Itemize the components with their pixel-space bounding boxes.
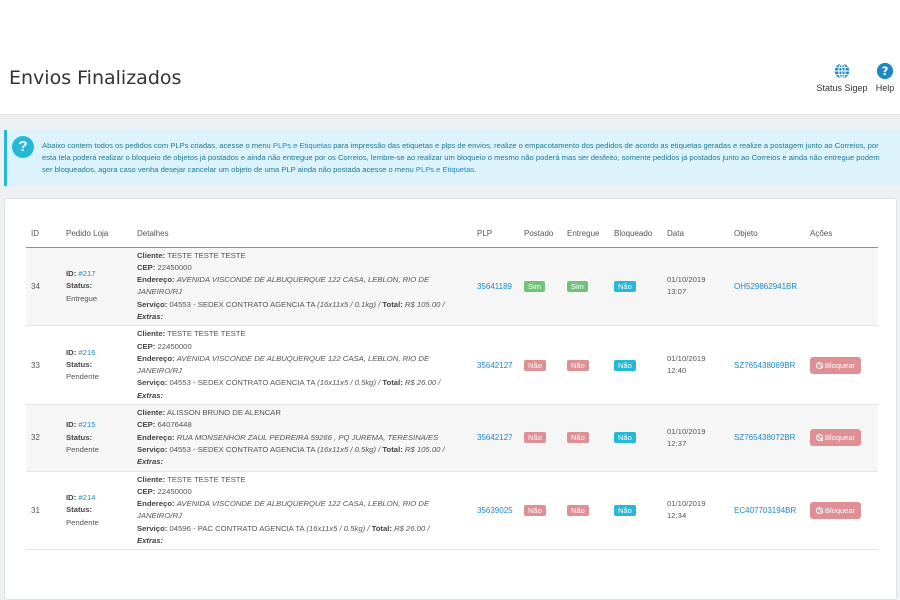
plps-etiquetas-link-2[interactable]: PLPs e Etiquetas: [416, 165, 474, 174]
data-cell: 01/10/2019 12:40: [662, 325, 729, 406]
pedido-link[interactable]: #217: [78, 269, 95, 278]
objeto-link[interactable]: SZ765438069BR: [734, 361, 795, 370]
bloqueado-badge: Não: [614, 280, 636, 292]
bloquear-button[interactable]: Bloquear: [810, 356, 862, 374]
pedido-status: Pendente: [66, 517, 99, 527]
data-cell: 01/10/2019 13:07: [662, 247, 729, 327]
pedido-status: Pendente: [66, 444, 99, 454]
entregue-badge: Sim: [567, 280, 588, 292]
bloquear-button[interactable]: Bloquear: [810, 501, 862, 519]
help-button[interactable]: ? Help: [872, 62, 898, 93]
plps-etiquetas-link[interactable]: PLPs e Etiquetas: [273, 141, 331, 150]
postado-badge: Sim: [524, 280, 545, 292]
help-icon: ?: [876, 62, 894, 80]
table-row: 31 ID: #214 Status: Pendente Cliente: TE…: [26, 471, 878, 551]
table-header-row: ID Pedido Loja Detalhes PLP Postado Entr…: [26, 221, 878, 248]
ban-icon: [816, 434, 823, 442]
pedido-link[interactable]: #215: [78, 420, 95, 429]
col-acoes: Ações: [805, 221, 878, 248]
help-label: Help: [875, 83, 895, 93]
info-text: Abaixo contem todos os pedidos com PLPs …: [42, 141, 880, 174]
svg-text:?: ?: [882, 64, 889, 78]
table-row: 32 ID: #215 Status: Pendente Cliente: AL…: [26, 404, 878, 472]
plp-link[interactable]: 35642127: [477, 433, 513, 442]
acoes-cell: Bloquear: [805, 471, 878, 551]
postado-badge: Não: [524, 359, 546, 371]
status-sigep-label: Status Sigep: [816, 83, 868, 93]
question-icon: ?: [12, 136, 34, 158]
pedido-link[interactable]: #214: [78, 493, 95, 502]
row-id: 33: [26, 325, 61, 406]
content-area: ? Abaixo contem todos os pedidos com PLP…: [0, 115, 900, 600]
acoes-cell: [805, 247, 878, 327]
detalhes-cell: Cliente: TESTE TESTE TESTE CEP: 22450000…: [132, 471, 472, 551]
detalhes-cell: Cliente: ALISSON BRUNO DE ALENCAR CEP: 6…: [132, 404, 472, 472]
table-row: 33 ID: #216 Status: Pendente Cliente: TE…: [26, 325, 878, 406]
row-id: 31: [26, 471, 61, 551]
orders-table: ID Pedido Loja Detalhes PLP Postado Entr…: [26, 221, 878, 551]
acoes-cell: Bloquear: [805, 325, 878, 406]
plp-link[interactable]: 35639025: [477, 506, 513, 515]
pedido-cell: ID: #214 Status: Pendente: [61, 471, 132, 551]
col-bloqueado: Bloqueado: [609, 221, 662, 248]
acoes-cell: Bloquear: [805, 404, 878, 472]
status-sigep-button[interactable]: Status Sigep: [814, 62, 870, 93]
col-plp: PLP: [472, 221, 519, 248]
bloqueado-badge: Não: [614, 359, 636, 371]
info-alert: ? Abaixo contem todos os pedidos com PLP…: [4, 130, 900, 186]
page-title: Envios Finalizados: [9, 67, 182, 89]
pedido-cell: ID: #215 Status: Pendente: [61, 404, 132, 472]
entregue-badge: Não: [567, 504, 589, 516]
bloqueado-badge: Não: [614, 504, 636, 516]
data-cell: 01/10/2019 12:37: [662, 404, 729, 472]
col-objeto: Objeto: [729, 221, 805, 248]
col-id: ID: [26, 221, 61, 248]
page-header: Envios Finalizados Status Sigep ? Help: [0, 0, 900, 115]
data-cell: 01/10/2019 12:34: [662, 471, 729, 551]
orders-panel: ID Pedido Loja Detalhes PLP Postado Entr…: [4, 198, 897, 600]
pedido-status: Entregue: [66, 293, 98, 303]
plp-link[interactable]: 35642127: [477, 361, 513, 370]
ban-icon: [816, 361, 823, 369]
pedido-cell: ID: #217 Status: Entregue: [61, 247, 132, 327]
col-postado: Postado: [519, 221, 562, 248]
pedido-status: Pendente: [66, 372, 99, 382]
detalhes-cell: Cliente: TESTE TESTE TESTE CEP: 22450000…: [132, 325, 472, 406]
col-entregue: Entregue: [562, 221, 609, 248]
entregue-badge: Não: [567, 432, 589, 444]
table-row: 34 ID: #217 Status: Entregue Cliente: TE…: [26, 247, 878, 327]
ban-icon: [816, 506, 823, 514]
globe-icon: [834, 63, 850, 79]
col-data: Data: [662, 221, 729, 248]
postado-badge: Não: [524, 504, 546, 516]
postado-badge: Não: [524, 432, 546, 444]
entregue-badge: Não: [567, 359, 589, 371]
pedido-cell: ID: #216 Status: Pendente: [61, 325, 132, 406]
bloquear-button[interactable]: Bloquear: [810, 429, 862, 447]
pedido-link[interactable]: #216: [78, 348, 95, 357]
objeto-link[interactable]: EC407703194BR: [734, 506, 796, 515]
row-id: 32: [26, 404, 61, 472]
objeto-link[interactable]: OH529862941BR: [734, 282, 797, 291]
row-id: 34: [26, 247, 61, 327]
detalhes-cell: Cliente: TESTE TESTE TESTE CEP: 22450000…: [132, 247, 472, 327]
col-detalhes: Detalhes: [132, 221, 472, 248]
col-pedido-loja: Pedido Loja: [61, 221, 132, 248]
bloqueado-badge: Não: [614, 432, 636, 444]
plp-link[interactable]: 35641189: [477, 282, 512, 291]
objeto-link[interactable]: SZ765438072BR: [734, 433, 795, 442]
